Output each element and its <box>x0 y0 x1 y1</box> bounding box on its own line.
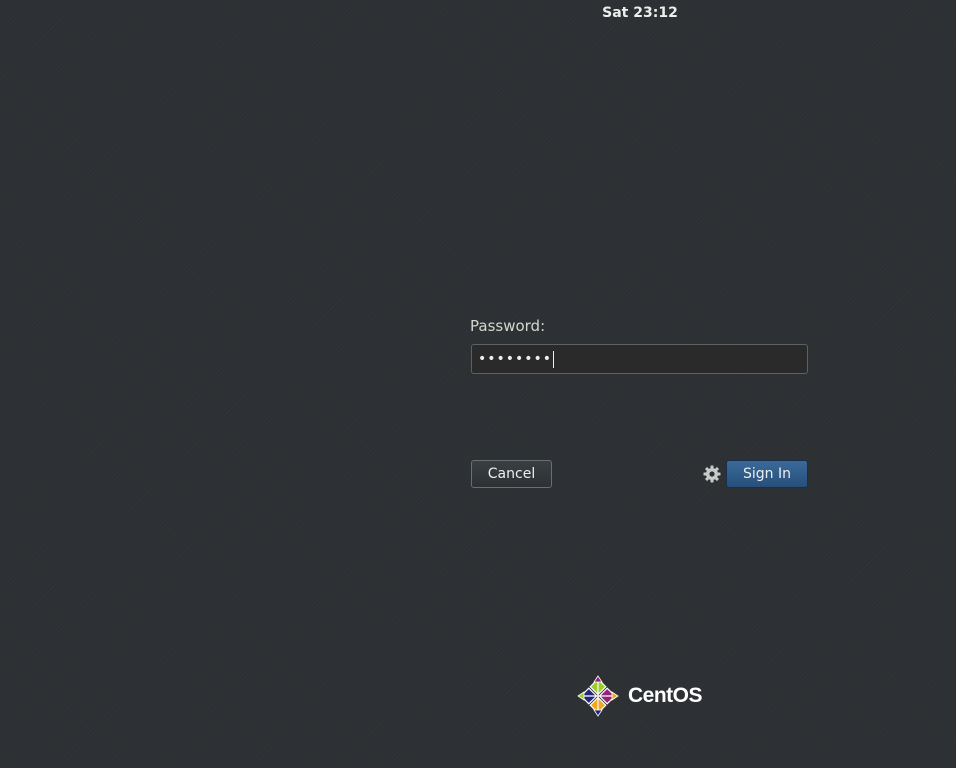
password-input[interactable]: •••••••• <box>471 344 808 374</box>
centos-wordmark: CentOS <box>628 684 703 707</box>
password-label: Password: <box>470 317 546 335</box>
centos-logo: CentOS <box>576 674 703 718</box>
gear-icon[interactable] <box>702 464 722 484</box>
sign-in-button[interactable]: Sign In <box>726 460 808 488</box>
centos-emblem-icon <box>577 675 619 717</box>
cancel-button[interactable]: Cancel <box>471 460 552 488</box>
text-caret <box>553 350 555 368</box>
clock[interactable]: Sat 23:12 <box>600 4 680 22</box>
password-value: •••••••• <box>478 351 553 367</box>
